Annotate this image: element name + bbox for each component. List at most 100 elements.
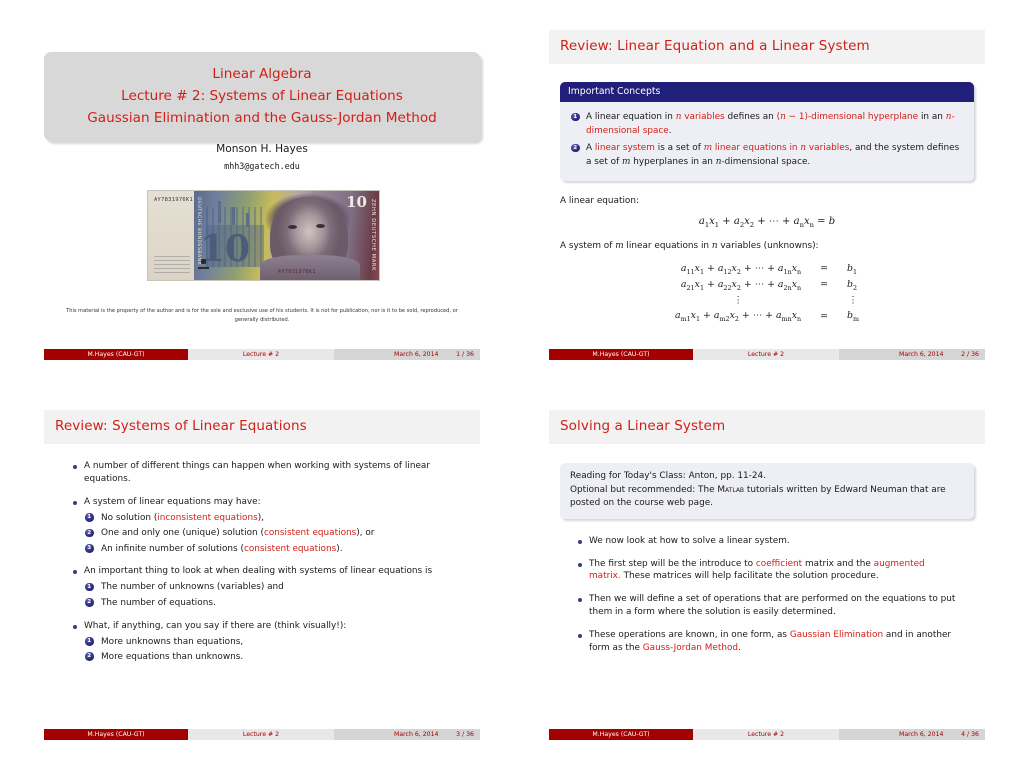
slide-2-body: Important Concepts A linear equation in …: [549, 72, 985, 324]
banknote-spire-b: [232, 207, 235, 225]
slide-3-body: A number of different things can happen …: [44, 460, 480, 674]
important-concepts-block: Important Concepts A linear equation in …: [560, 82, 974, 181]
list-item: More equations than unknowns.: [84, 651, 454, 664]
list-item: One and only one (unique) solution (cons…: [84, 527, 454, 540]
footer-date: March 6, 2014: [394, 351, 439, 358]
footer-bar-slide-2: M.Hayes (CAU-GT) Lecture # 2 March 6, 20…: [549, 349, 985, 360]
banknote-portrait-coat: [260, 255, 360, 280]
footer-bar-slide-1: M.Hayes (CAU-GT) Lecture # 2 March 6, 20…: [44, 349, 480, 360]
list-item: An infinite number of solutions (consist…: [84, 543, 454, 556]
matlab-smallcaps: Matlab: [717, 484, 745, 495]
block-title: Important Concepts: [560, 82, 974, 103]
equation-single: a1x1 + a2x2 + ⋯ + anxn = b: [698, 215, 836, 229]
footer-date: March 6, 2014: [899, 731, 944, 738]
title-box: Linear Algebra Lecture # 2: Systems of L…: [44, 52, 480, 142]
list-item: These operations are known, in one form,…: [575, 629, 959, 655]
banknote-signature: [154, 255, 190, 273]
footer-title: Lecture # 2: [188, 729, 334, 740]
banknote-denomination-small: 10: [346, 193, 367, 211]
footer-title: Lecture # 2: [188, 349, 334, 360]
list-item: What, if anything, can you say if there …: [70, 620, 454, 664]
gauss-banknote-image: 10 10 ZEHN DEUTSCHE MARK DEUTSCHE BUNDES…: [147, 190, 380, 281]
equation-row-vdots: ⋮ ⋮: [733, 295, 858, 306]
footer-author: M.Hayes (CAU-GT): [549, 729, 693, 740]
item-text: A number of different things can happen …: [84, 461, 430, 484]
page-title: Review: Systems of Linear Equations: [44, 410, 480, 444]
banknote-spire-a: [218, 201, 221, 223]
title-line-2: Lecture # 2: Systems of Linear Equations: [121, 88, 403, 105]
equation-system: a11x1 + a12x2 + ⋯ + a1nxn = b1 a21x1 + a…: [549, 261, 985, 325]
footer-date-page: March 6, 2014 1 / 36: [334, 349, 480, 360]
list-item: The number of equations.: [84, 597, 454, 610]
slide-3-review-systems: Review: Systems of Linear Equations A nu…: [44, 410, 480, 740]
highlight-gauss-jordan-method: Gauss-Jordan Method: [642, 643, 739, 654]
list-item: More unknowns than equations,: [84, 636, 454, 649]
item-text: What, if anything, can you say if there …: [84, 620, 347, 631]
list-item: A linear system is a set of m linear equ…: [570, 142, 964, 169]
banknote-tactile-dash: [198, 267, 209, 269]
list-item: A number of different things can happen …: [70, 460, 454, 486]
list-item: A system of linear equations may have: N…: [70, 496, 454, 556]
author-name: Monson H. Hayes: [216, 143, 308, 155]
footer-date: March 6, 2014: [899, 351, 944, 358]
footer-date-page: March 6, 2014 4 / 36: [839, 729, 985, 740]
list-item: We now look at how to solve a linear sys…: [575, 535, 959, 548]
banknote-portrait-eye-right: [316, 224, 325, 228]
item-text: A system of linear equations may have:: [84, 496, 261, 507]
footer-author: M.Hayes (CAU-GT): [44, 349, 188, 360]
reading-assignment-block: Reading for Today's Class: Anton, pp. 11…: [560, 463, 974, 519]
footer-bar-slide-4: M.Hayes (CAU-GT) Lecture # 2 March 6, 20…: [549, 729, 985, 740]
highlight-coefficient: coefficient: [755, 558, 803, 569]
footer-page-number: 3 / 36: [456, 731, 474, 738]
banknote-vertical-text-right: ZEHN DEUTSCHE MARK: [370, 199, 376, 272]
banknote-tactile-dot: [201, 259, 206, 264]
banknote-serial-top: AY7831976K1: [154, 197, 193, 203]
banknote-denomination-large: 10: [200, 228, 251, 270]
page-title: Review: Linear Equation and a Linear Sys…: [549, 30, 985, 64]
sub-list-considerations: The number of unknowns (variables) and T…: [84, 581, 454, 609]
list-item: The first step will be the introduce to …: [575, 558, 959, 584]
slide-4-body: Reading for Today's Class: Anton, pp. 11…: [549, 452, 985, 665]
footer-author: M.Hayes (CAU-GT): [44, 729, 188, 740]
footer-bar-slide-3: M.Hayes (CAU-GT) Lecture # 2 March 6, 20…: [44, 729, 480, 740]
author-email: mhh3@gatech.edu: [224, 161, 300, 171]
footer-author: M.Hayes (CAU-GT): [549, 349, 693, 360]
concepts-list: A linear equation in n variables defines…: [570, 111, 964, 168]
footer-date-page: March 6, 2014 3 / 36: [334, 729, 480, 740]
banknote-spire-c: [246, 213, 249, 227]
footer-date: March 6, 2014: [394, 731, 439, 738]
banknote-vertical-text-left: DEUTSCHE BUNDESBANK: [196, 197, 201, 266]
handout-sheet: Linear Algebra Lecture # 2: Systems of L…: [0, 0, 1020, 764]
footer-page-number: 4 / 36: [961, 731, 979, 738]
item-text: Then we will define a set of operations …: [589, 594, 956, 618]
footer-title: Lecture # 2: [693, 729, 839, 740]
sub-list-cases: More unknowns than equations, More equat…: [84, 636, 454, 664]
slide-2-review-linear-equation: Review: Linear Equation and a Linear Sys…: [549, 30, 985, 360]
main-itemize: We now look at how to solve a linear sys…: [575, 535, 959, 655]
list-item: An important thing to look at when deali…: [70, 565, 454, 609]
slide-1-title: Linear Algebra Lecture # 2: Systems of L…: [44, 30, 480, 360]
slide-4-solving-a-linear-system: Solving a Linear System Reading for Toda…: [549, 410, 985, 740]
footer-page-number: 1 / 36: [456, 351, 474, 358]
copyright-disclaimer: This material is the property of the aut…: [66, 308, 458, 323]
sub-list-solutions: No solution (inconsistent equations), On…: [84, 512, 454, 556]
list-item: No solution (inconsistent equations),: [84, 512, 454, 525]
list-item: A linear equation in n variables defines…: [570, 111, 964, 138]
list-item: Then we will define a set of operations …: [575, 593, 959, 619]
title-line-3: Gaussian Elimination and the Gauss-Jorda…: [87, 110, 437, 127]
lead-text-2: A system of m linear equations in n vari…: [560, 240, 819, 251]
equation-row: am1x1 + am2x2 + ⋯ + amnxn = bm: [674, 310, 860, 324]
footer-page-number: 2 / 36: [961, 351, 979, 358]
block-body: A linear equation in n variables defines…: [560, 102, 974, 181]
footer-title: Lecture # 2: [693, 349, 839, 360]
item-text: We now look at how to solve a linear sys…: [589, 535, 790, 546]
banknote-serial-bottom: AY7831976K1: [278, 269, 316, 275]
highlight-gaussian-elimination: Gaussian Elimination: [789, 630, 884, 641]
main-itemize: A number of different things can happen …: [70, 460, 454, 664]
page-title: Solving a Linear System: [549, 410, 985, 444]
reading-line-1: Reading for Today's Class: Anton, pp. 11…: [570, 471, 766, 481]
title-line-1: Linear Algebra: [212, 66, 312, 82]
banknote-portrait-eye-left: [288, 225, 297, 229]
reading-line-2: Optional but recommended: The Matlab tut…: [570, 484, 946, 509]
equation-row: a11x1 + a12x2 + ⋯ + a1nxn = b1: [680, 262, 858, 276]
